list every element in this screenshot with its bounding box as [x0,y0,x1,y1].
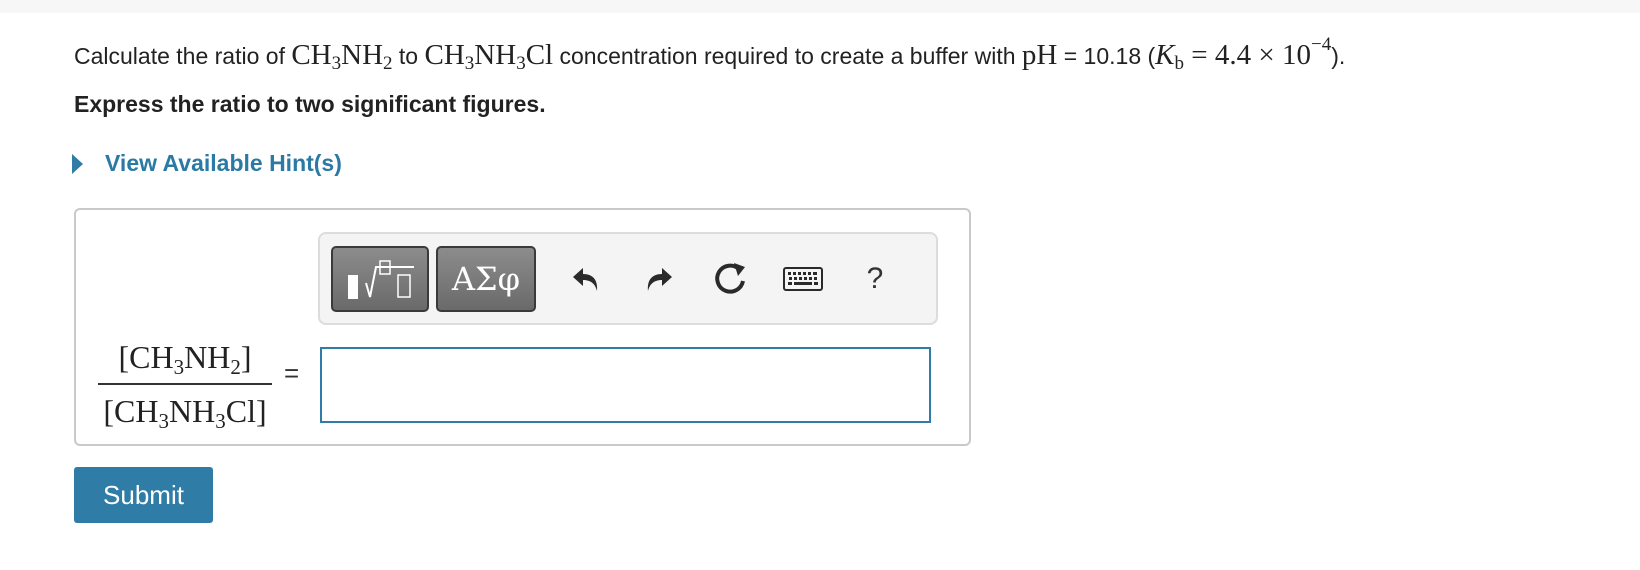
templates-button[interactable] [331,246,429,312]
redo-button[interactable] [637,258,679,300]
help-label: ? [866,262,884,295]
answer-input[interactable] [320,347,931,423]
instruction-text: Express the ratio to two significant fig… [74,91,546,117]
keyboard-icon [783,267,823,291]
symbols-button[interactable]: ΑΣφ [436,246,536,312]
help-button[interactable]: ? [854,258,896,300]
view-hints-label: View Available Hint(s) [105,150,342,176]
ph-value: = 10.18 ( [1057,43,1156,69]
question-middle: concentration required to create a buffe… [553,43,1022,69]
question-suffix: ). [1331,43,1346,69]
fraction-denominator: [CH3NH3Cl] [103,393,267,433]
symbols-label: ΑΣφ [451,260,521,298]
ratio-fraction: [CH3NH2] [CH3NH3Cl] [98,334,272,434]
view-hints-toggle[interactable]: View Available Hint(s) [72,150,342,177]
undo-icon [573,268,598,291]
fraction-numerator: [CH3NH2] [118,339,252,379]
math-toolbar: ΑΣφ ? [318,232,938,325]
equals-sign: = [284,358,300,388]
undo-button[interactable] [566,258,608,300]
top-bar [0,0,1640,13]
formula-ch3nh2: CH3NH2 [291,39,393,74]
redo-icon [647,268,672,291]
question-connector: to [392,43,425,69]
templates-icon [348,260,414,299]
ph-symbol: pH [1021,39,1058,71]
fraction-bar [98,383,272,385]
answer-panel: ΑΣφ ? [CH3NH2] [CH3NH3Cl] = [74,208,971,446]
keyboard-button[interactable] [782,258,824,300]
question-text: Calculate the ratio of CH3NH2 to CH3NH3C… [74,32,1634,79]
reset-button[interactable] [710,258,752,300]
kb-expression: Kb = 4.4 × 10−4 [1155,34,1332,74]
question-prefix: Calculate the ratio of [74,43,292,69]
caret-right-icon [72,153,83,174]
formula-ch3nh3cl: CH3NH3Cl [424,39,554,74]
reset-icon [715,263,745,294]
submit-button[interactable]: Submit [74,467,213,523]
